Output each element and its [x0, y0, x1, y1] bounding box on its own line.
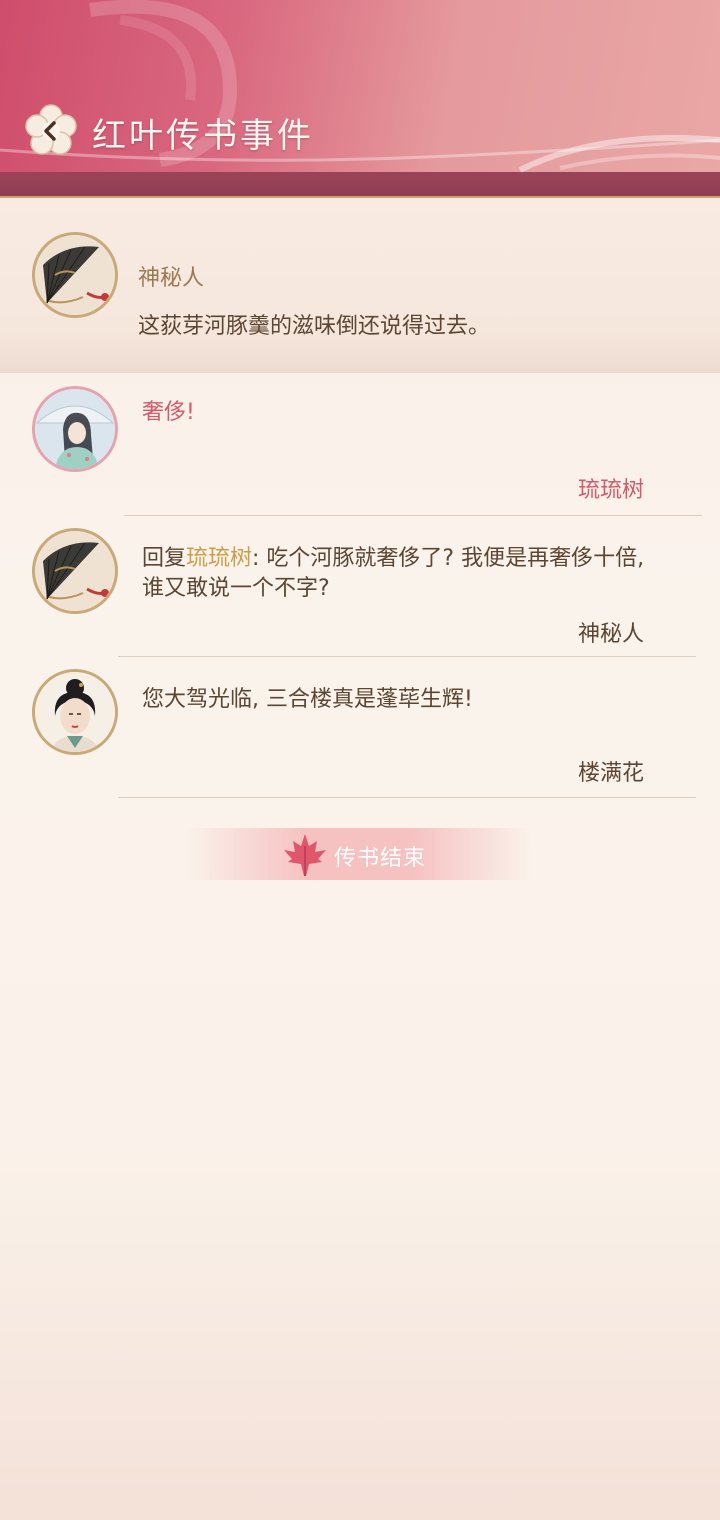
end-label: 传书结束: [334, 846, 427, 871]
comment-text: 您大驾光临, 三合楼真是蓬荜生辉!: [142, 687, 473, 712]
comment-author[interactable]: 楼满花: [578, 755, 644, 787]
comment-author[interactable]: 神秘人: [578, 616, 644, 648]
back-button[interactable]: [24, 104, 78, 156]
reply-target-link[interactable]: 琉琉树: [186, 546, 252, 571]
main-post: 神秘人 这荻芽河豚羹的滋味倒还说得过去。: [0, 198, 720, 373]
comment-item: 您大驾光临, 三合楼真是蓬荜生辉! 楼满花: [0, 657, 720, 798]
divider: [118, 797, 696, 798]
header-decoration: [0, 0, 720, 173]
lady-umbrella-portrait: [35, 389, 115, 469]
header-band: [0, 172, 720, 198]
comment-avatar[interactable]: [32, 669, 118, 755]
folding-fan-icon: [35, 235, 115, 315]
comment-avatar[interactable]: [32, 386, 118, 472]
comment-item: 回复琉琉树: 吃个河豚就奢侈了? 我便是再奢侈十倍, 谁又敢说一个不字? 神秘人: [0, 516, 720, 657]
folding-fan-icon: [35, 531, 115, 611]
comment-item: 奢侈! 琉琉树: [0, 374, 720, 516]
post-avatar[interactable]: [32, 232, 118, 318]
comment-text: 回复琉琉树: 吃个河豚就奢侈了? 我便是再奢侈十倍, 谁又敢说一个不字?: [142, 544, 662, 604]
reply-prefix: 回复: [142, 546, 187, 571]
post-author: 神秘人: [138, 266, 205, 291]
app-header: 红叶传书事件: [0, 0, 720, 198]
page-title: 红叶传书事件: [92, 116, 314, 156]
comment-text: 奢侈!: [142, 400, 195, 425]
post-content: 这荻芽河豚羹的滋味倒还说得过去。: [138, 314, 491, 339]
back-flower-icon: [25, 104, 77, 155]
lady-portrait: [35, 672, 115, 752]
end-of-letters-banner: 传书结束: [186, 828, 532, 880]
comment-avatar[interactable]: [32, 528, 118, 614]
comment-author[interactable]: 琉琉树: [578, 472, 644, 504]
maple-leaf-icon: [284, 834, 326, 876]
